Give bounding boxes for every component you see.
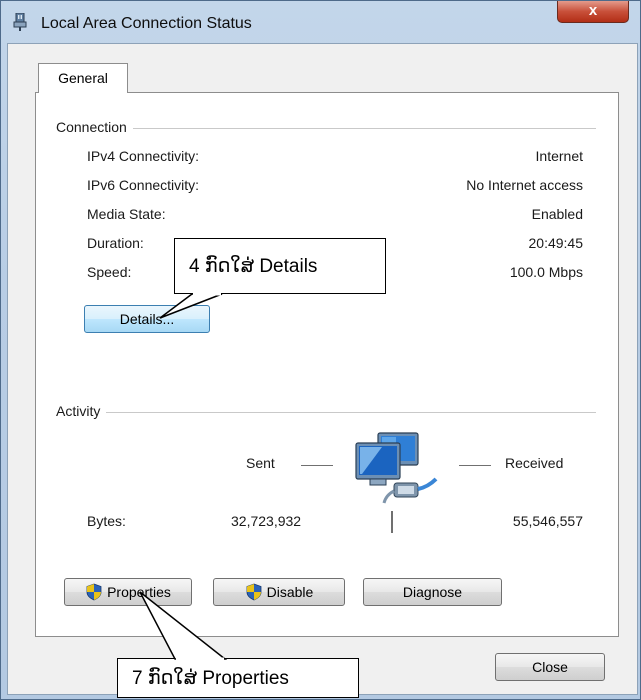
activity-divider — [58, 412, 596, 413]
window-frame: Local Area Connection Status x General C… — [0, 0, 641, 700]
ipv4-value: Internet — [535, 148, 583, 164]
bytes-received-value: 55,546,557 — [512, 513, 583, 529]
disable-button[interactable]: Disable — [213, 578, 345, 606]
media-state-value: Enabled — [531, 206, 583, 222]
bytes-sent-value: 32,723,932 — [231, 513, 302, 529]
window-title: Local Area Connection Status — [41, 15, 252, 32]
received-line — [459, 465, 491, 466]
ipv6-label: IPv6 Connectivity: — [87, 177, 200, 193]
network-adapter-icon — [13, 13, 27, 31]
connection-divider — [58, 128, 596, 129]
speed-value: 100.0 Mbps — [509, 264, 583, 280]
received-label: Received — [505, 455, 564, 471]
properties-callout: 7 ກົດໃສ່ Properties — [117, 658, 359, 698]
activity-separator — [391, 511, 393, 533]
dialog-body: General Connection IPv4 Connectivity: In… — [7, 43, 638, 695]
sent-line — [301, 465, 333, 466]
tab-general[interactable]: General — [38, 63, 128, 93]
uac-shield-icon — [246, 583, 262, 601]
general-panel: Connection IPv4 Connectivity: Internet I… — [35, 92, 619, 637]
connection-group-title: Connection — [56, 119, 133, 135]
bytes-label: Bytes: — [87, 513, 126, 529]
diagnose-button[interactable]: Diagnose — [363, 578, 502, 606]
network-computers-icon — [355, 432, 438, 504]
ipv6-value: No Internet access — [466, 177, 583, 193]
properties-button[interactable]: Properties — [64, 578, 192, 606]
duration-label: Duration: — [87, 235, 144, 251]
title-close-button[interactable]: x — [557, 1, 629, 23]
details-button[interactable]: Details... — [84, 305, 210, 333]
uac-shield-icon — [86, 583, 102, 601]
sent-label: Sent — [246, 455, 275, 471]
close-button[interactable]: Close — [495, 653, 605, 681]
duration-value: 20:49:45 — [528, 235, 584, 251]
media-state-label: Media State: — [87, 206, 166, 222]
disable-button-label: Disable — [266, 584, 314, 600]
details-callout: 4 ກົດໃສ່ Details — [174, 238, 386, 294]
properties-button-label: Properties — [107, 584, 171, 600]
title-bar[interactable]: Local Area Connection Status x — [1, 1, 641, 43]
activity-group-title: Activity — [56, 403, 107, 419]
ipv4-label: IPv4 Connectivity: — [87, 148, 200, 164]
speed-label: Speed: — [87, 264, 132, 280]
